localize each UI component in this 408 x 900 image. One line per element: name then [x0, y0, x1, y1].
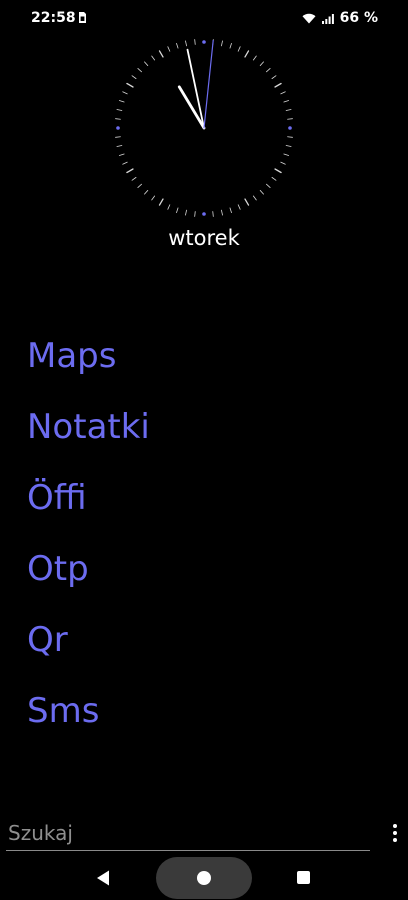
clock-tick	[131, 176, 137, 181]
clock-tick	[287, 136, 293, 138]
clock-tick	[252, 55, 257, 61]
clock-tick	[137, 183, 142, 188]
clock-tick	[185, 209, 187, 216]
home-icon	[197, 871, 211, 885]
clock-tick	[285, 109, 292, 111]
overflow-menu-button[interactable]	[384, 824, 406, 846]
signal-icon	[321, 13, 334, 24]
clock-tick	[158, 198, 164, 206]
battery-percent: 66 %	[339, 10, 378, 26]
clock-tick	[237, 46, 241, 52]
clock-tick	[115, 118, 121, 120]
status-bar: 22:58 66 %	[0, 0, 408, 36]
app-list: Maps Notatki Öffi Otp Qr Sms	[27, 334, 150, 760]
clock-tick	[116, 109, 123, 111]
clock-tick	[266, 183, 271, 188]
clock-tick	[167, 204, 171, 210]
analog-clock[interactable]	[114, 38, 294, 218]
clock-tick	[158, 50, 164, 58]
clock-tick	[229, 42, 232, 49]
clock-quarter-marker	[202, 212, 206, 216]
clock-tick	[244, 50, 250, 58]
clock-tick	[122, 91, 128, 95]
clock-tick	[252, 195, 257, 201]
clock-tick	[271, 176, 277, 181]
home-button[interactable]	[156, 857, 252, 899]
clock-tick	[237, 204, 241, 210]
app-item-qr[interactable]: Qr	[27, 618, 150, 689]
recents-icon[interactable]	[297, 871, 310, 884]
clock-tick	[221, 209, 223, 216]
clock-tick	[144, 190, 149, 195]
search-bar	[6, 818, 372, 851]
sim-card-icon	[79, 12, 86, 23]
clock-tick	[144, 61, 149, 66]
clock-tick	[212, 211, 214, 217]
day-label: wtorek	[168, 226, 240, 250]
app-item-notatki[interactable]: Notatki	[27, 405, 150, 476]
clock-tick	[176, 207, 179, 214]
back-icon[interactable]	[94, 869, 112, 887]
clock-tick	[271, 75, 277, 80]
app-item-sms[interactable]: Sms	[27, 689, 150, 760]
clock-quarter-marker	[202, 40, 206, 44]
clock-tick	[274, 82, 282, 88]
clock-tick	[244, 198, 250, 206]
clock-tick	[194, 211, 196, 217]
clock-tick	[283, 153, 290, 156]
clock-tick	[131, 75, 137, 80]
search-input[interactable]	[6, 818, 372, 848]
clock-tick	[229, 207, 232, 214]
clock-tick	[185, 40, 187, 47]
clock-tick	[116, 145, 123, 147]
clock-tick	[221, 40, 223, 47]
clock-tick	[118, 153, 125, 156]
app-item-maps[interactable]: Maps	[27, 334, 150, 405]
clock-tick	[118, 100, 125, 103]
wifi-icon	[302, 13, 316, 23]
clock-second-hand	[203, 39, 214, 129]
clock-quarter-marker	[116, 126, 120, 130]
app-item-offi[interactable]: Öffi	[27, 476, 150, 547]
clock-tick	[151, 55, 156, 61]
more-vert-icon	[393, 824, 397, 842]
clock-tick	[167, 46, 171, 52]
status-indicators: 66 %	[302, 10, 378, 26]
clock-tick	[122, 161, 128, 165]
clock-tick	[259, 190, 264, 195]
clock-tick	[126, 82, 134, 88]
status-time: 22:58	[31, 10, 76, 26]
clock-tick	[266, 68, 271, 73]
clock-tick	[194, 39, 196, 45]
clock-tick	[126, 168, 134, 174]
clock-tick	[176, 42, 179, 49]
clock-tick	[283, 100, 290, 103]
clock-tick	[137, 68, 142, 73]
clock-tick	[285, 145, 292, 147]
app-item-otp[interactable]: Otp	[27, 547, 150, 618]
clock-quarter-marker	[288, 126, 292, 130]
clock-tick	[259, 61, 264, 66]
navigation-bar	[0, 852, 408, 900]
clock-tick	[151, 195, 156, 201]
clock-tick	[274, 168, 282, 174]
clock-tick	[280, 91, 286, 95]
clock-tick	[280, 161, 286, 165]
clock-tick	[287, 118, 293, 120]
clock-tick	[115, 136, 121, 138]
